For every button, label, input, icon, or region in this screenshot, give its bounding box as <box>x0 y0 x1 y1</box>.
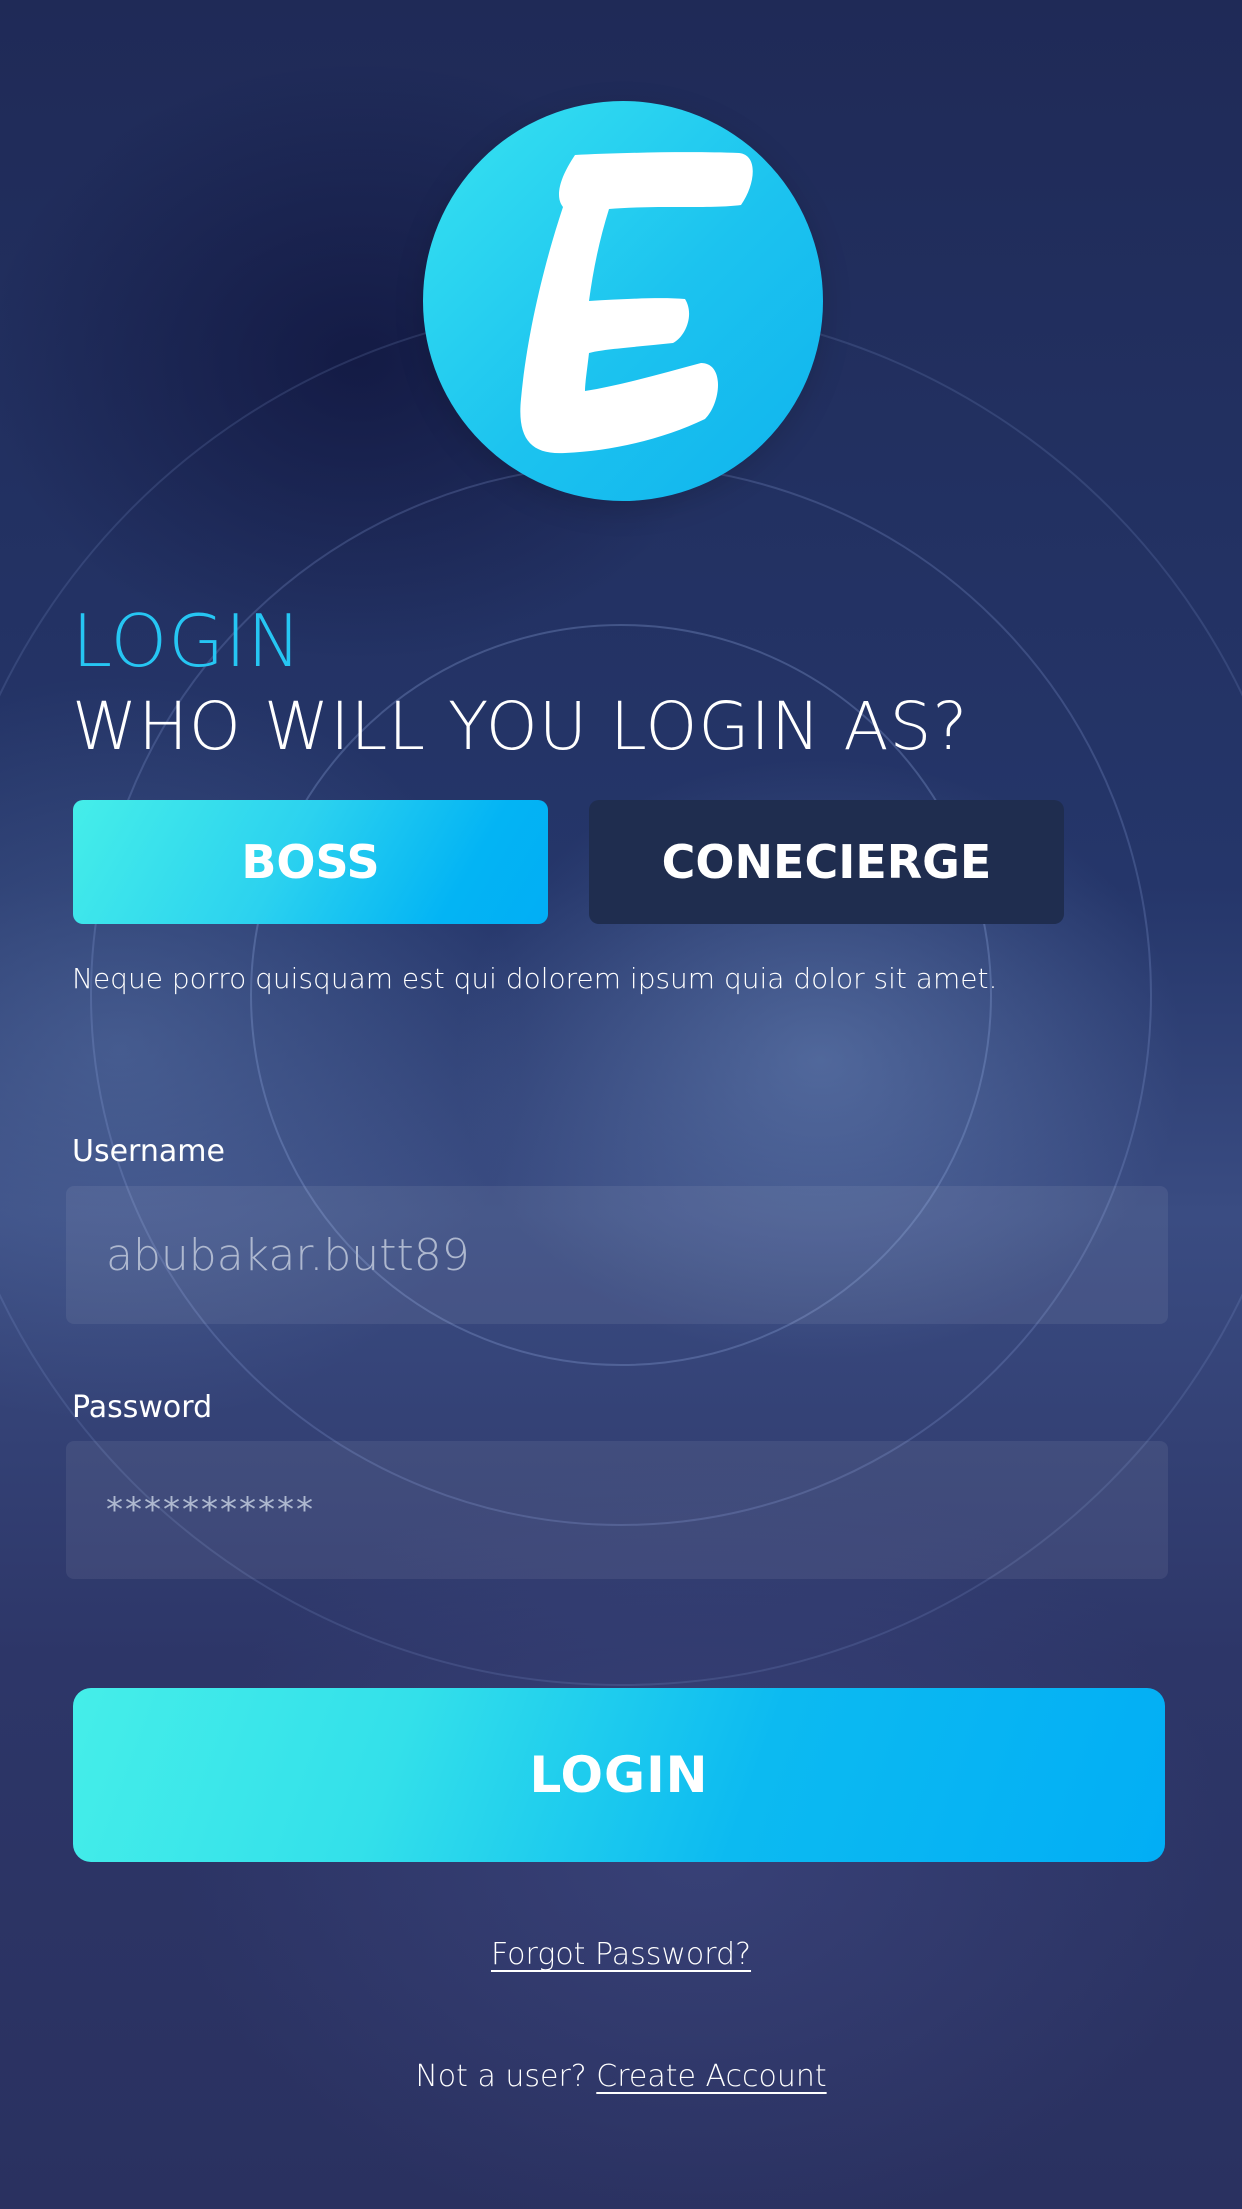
role-description: Neque porro quisquam est qui dolorem ips… <box>72 962 998 995</box>
login-button[interactable]: LOGIN <box>73 1688 1165 1862</box>
username-value: abubakar.butt89 <box>106 1229 470 1281</box>
role-boss-button[interactable]: BOSS <box>73 800 548 924</box>
forgot-password-container: Forgot Password? <box>0 1937 1242 1972</box>
password-value: *********** <box>106 1490 315 1530</box>
app-logo <box>423 101 823 501</box>
username-label: Username <box>72 1134 225 1169</box>
signup-prompt: Not a user? <box>415 2059 587 2094</box>
password-label: Password <box>72 1390 213 1425</box>
signup-container: Not a user? Create Account <box>0 2059 1242 2094</box>
login-subtitle: LOGIN <box>72 599 303 683</box>
forgot-password-link[interactable]: Forgot Password? <box>491 1937 751 1972</box>
role-concierge-button[interactable]: CONECIERGE <box>589 800 1064 924</box>
page-title: WHO WILL YOU LOGIN AS? <box>72 688 969 765</box>
password-field[interactable]: *********** <box>66 1441 1168 1579</box>
create-account-link[interactable]: Create Account <box>596 2059 826 2094</box>
logo-letter-e-icon <box>520 152 753 454</box>
username-field[interactable]: abubakar.butt89 <box>66 1186 1168 1324</box>
